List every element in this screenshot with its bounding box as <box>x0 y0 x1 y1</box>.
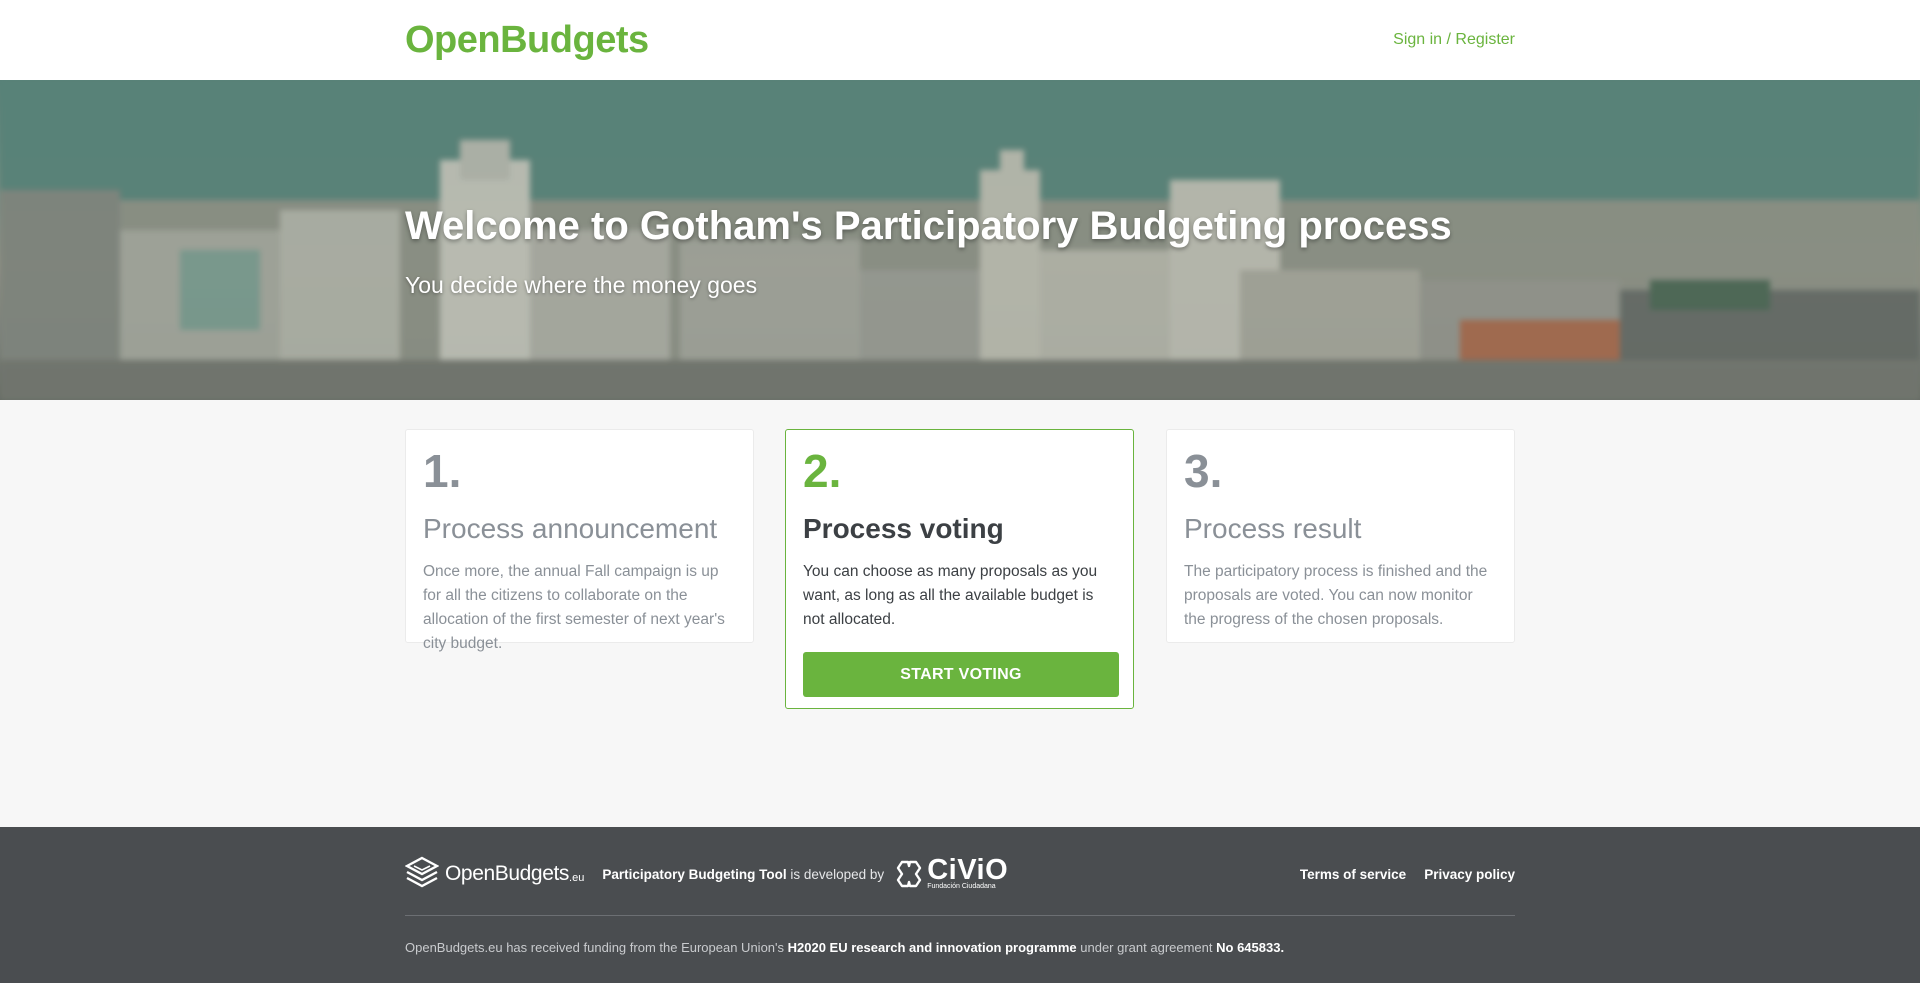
tool-name: Participatory Budgeting Tool <box>602 866 787 882</box>
step-description: The participatory process is finished an… <box>1184 563 1488 628</box>
start-voting-button[interactable]: START VOTING <box>803 652 1119 697</box>
civio-logo-icon <box>896 860 922 888</box>
openbudgets-logo-text: OpenBudgets <box>445 862 570 885</box>
hero-title: Welcome to Gotham's Participatory Budget… <box>405 204 1452 248</box>
openbudgets-logo-suffix: .eu <box>569 872 585 884</box>
step-card-result: 3. Process result The participatory proc… <box>1166 429 1515 643</box>
step-title: Process voting <box>803 513 1004 544</box>
footer-divider <box>405 915 1515 916</box>
developed-by-text: Participatory Budgeting Tool is develope… <box>602 866 885 882</box>
signin-register-link[interactable]: Sign in / Register <box>1393 31 1515 49</box>
openbudgets-footer-logo[interactable]: OpenBudgets .eu <box>405 856 584 892</box>
privacy-policy-link[interactable]: Privacy policy <box>1424 867 1515 882</box>
hero-banner: Welcome to Gotham's Participatory Budget… <box>0 80 1920 400</box>
site-footer: OpenBudgets .eu Participatory Budgeting … <box>0 827 1920 983</box>
step-card-voting: 2. Process voting You can choose as many… <box>785 429 1134 709</box>
step-title: Process result <box>1184 513 1362 544</box>
step-description: Once more, the annual Fall campaign is u… <box>423 563 725 652</box>
footer-links: Terms of service Privacy policy <box>1300 867 1515 882</box>
openbudgets-logo-icon <box>405 856 439 888</box>
civio-logo-subtitle: Fundación Ciudadana <box>927 883 996 890</box>
terms-of-service-link[interactable]: Terms of service <box>1300 867 1406 882</box>
step-number: 3. <box>1184 445 1223 497</box>
step-number: 1. <box>423 445 462 497</box>
civio-logo-text: CiViO <box>927 854 1009 886</box>
step-card-announcement: 1. Process announcement Once more, the a… <box>405 429 754 652</box>
funding-notice: OpenBudgets.eu has received funding from… <box>405 940 1285 955</box>
hero-subtitle: You decide where the money goes <box>405 272 758 298</box>
civio-logo[interactable]: CiViO Fundación Ciudadana <box>894 854 1009 891</box>
step-title: Process announcement <box>423 513 718 544</box>
site-header: OpenBudgets Sign in / Register <box>0 0 1920 80</box>
grant-number: No 645833. <box>1216 940 1285 955</box>
process-steps: 1. Process announcement Once more, the a… <box>405 400 1515 827</box>
step-description: You can choose as many proposals as you … <box>803 563 1098 628</box>
brand-logo[interactable]: OpenBudgets <box>405 19 649 62</box>
funding-programme: H2020 EU research and innovation program… <box>787 940 1077 955</box>
step-number: 2. <box>803 445 842 497</box>
